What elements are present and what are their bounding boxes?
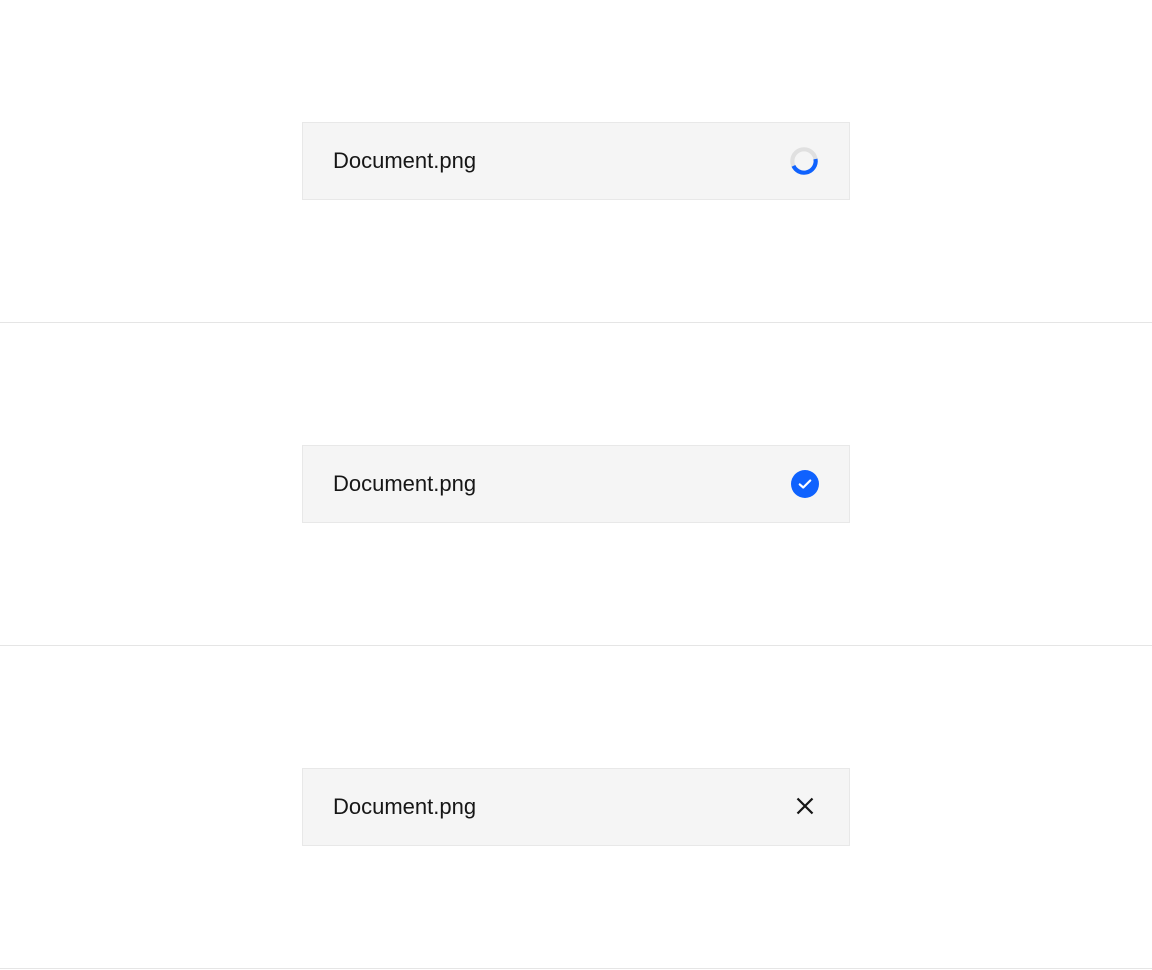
- file-state-success-section: Document.png: [0, 323, 1152, 646]
- close-icon: [795, 796, 815, 819]
- file-card: Document.png: [302, 445, 850, 523]
- file-name-label: Document.png: [333, 794, 476, 820]
- file-name-label: Document.png: [333, 148, 476, 174]
- file-state-loading-section: Document.png: [0, 0, 1152, 323]
- checkmark-filled-icon: [791, 470, 819, 498]
- file-card: Document.png: [302, 122, 850, 200]
- close-button[interactable]: [791, 792, 819, 823]
- file-name-label: Document.png: [333, 471, 476, 497]
- file-state-closable-section: Document.png: [0, 646, 1152, 969]
- file-card: Document.png: [302, 768, 850, 846]
- loading-spinner-icon: [789, 146, 819, 176]
